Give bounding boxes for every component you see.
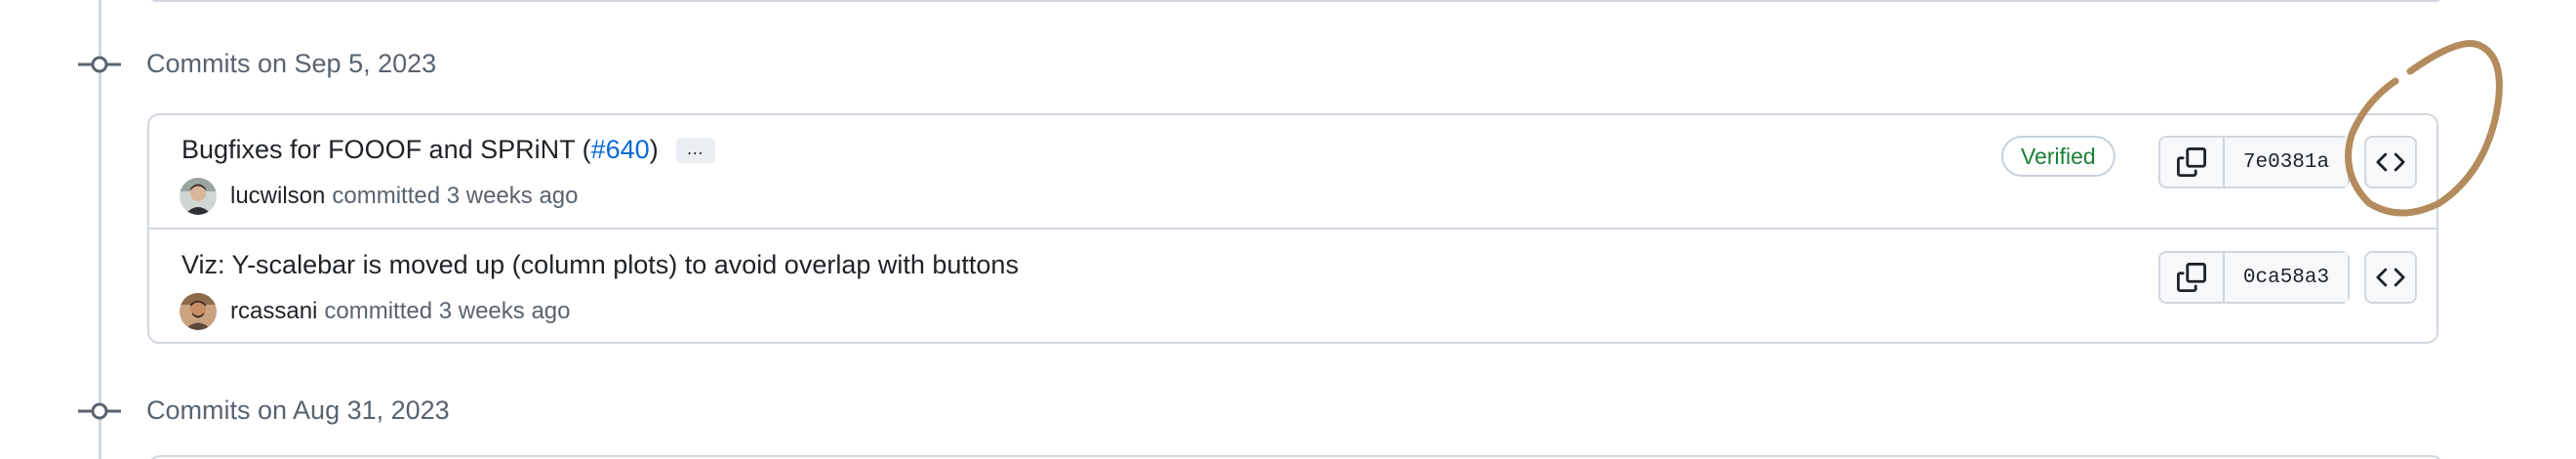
commits-list-card: Bugfixes for FOOOF and SPRiNT (#640) … l… bbox=[147, 113, 2438, 344]
commit-message[interactable]: Bugfixes for FOOOF and SPRiNT ( bbox=[181, 135, 591, 165]
commit-row: Viz: Y-scalebar is moved up (column plot… bbox=[149, 230, 2436, 345]
copy-icon bbox=[2177, 147, 2206, 177]
commit-title[interactable]: Viz: Y-scalebar is moved up (column plot… bbox=[181, 250, 1019, 280]
commit-message-suffix: ) bbox=[649, 135, 659, 164]
next-commits-card-edge bbox=[148, 455, 2443, 459]
day-group-header: Commits on Aug 31, 2023 bbox=[78, 396, 450, 426]
commit-sha-group: 7e0381a bbox=[2158, 136, 2350, 188]
commit-sha-link[interactable]: 7e0381a bbox=[2225, 138, 2348, 187]
commit-author[interactable]: rcassani bbox=[230, 298, 317, 325]
git-commit-icon bbox=[78, 55, 121, 74]
commit-time: committed 3 weeks ago bbox=[332, 183, 579, 209]
commit-row: Bugfixes for FOOOF and SPRiNT (#640) … l… bbox=[149, 115, 2436, 230]
code-icon bbox=[2376, 152, 2405, 172]
git-commit-icon bbox=[78, 401, 121, 421]
commit-time: committed 3 weeks ago bbox=[324, 298, 571, 324]
browse-repository-button[interactable] bbox=[2364, 251, 2417, 304]
avatar[interactable] bbox=[180, 293, 217, 330]
copy-sha-button[interactable] bbox=[2160, 138, 2225, 187]
day-label: Commits on Sep 5, 2023 bbox=[146, 49, 437, 78]
commit-sha-group: 0ca58a3 bbox=[2158, 251, 2350, 304]
avatar[interactable] bbox=[180, 178, 217, 215]
pull-request-link[interactable]: #640 bbox=[591, 135, 650, 165]
commit-sha-link[interactable]: 0ca58a3 bbox=[2225, 253, 2348, 302]
commit-history-page: Commits on Sep 5, 2023 Bugfixes for FOOO… bbox=[0, 0, 2576, 459]
browse-repository-button[interactable] bbox=[2364, 136, 2417, 188]
commit-author[interactable]: lucwilson bbox=[230, 183, 325, 210]
copy-icon bbox=[2177, 263, 2206, 292]
commit-meta: lucwilson committed 3 weeks ago bbox=[180, 178, 579, 215]
code-icon bbox=[2376, 268, 2405, 287]
day-label: Commits on Aug 31, 2023 bbox=[146, 396, 450, 425]
verified-badge[interactable]: Verified bbox=[2001, 136, 2115, 177]
day-group-header: Commits on Sep 5, 2023 bbox=[78, 49, 436, 79]
expand-description-button[interactable]: … bbox=[675, 137, 715, 163]
previous-commits-card-edge bbox=[148, 0, 2443, 2]
commit-title[interactable]: Bugfixes for FOOOF and SPRiNT (#640) … bbox=[181, 135, 715, 165]
copy-sha-button[interactable] bbox=[2160, 253, 2225, 302]
commit-message[interactable]: Viz: Y-scalebar is moved up (column plot… bbox=[181, 250, 1019, 280]
commit-meta: rcassani committed 3 weeks ago bbox=[180, 293, 571, 330]
